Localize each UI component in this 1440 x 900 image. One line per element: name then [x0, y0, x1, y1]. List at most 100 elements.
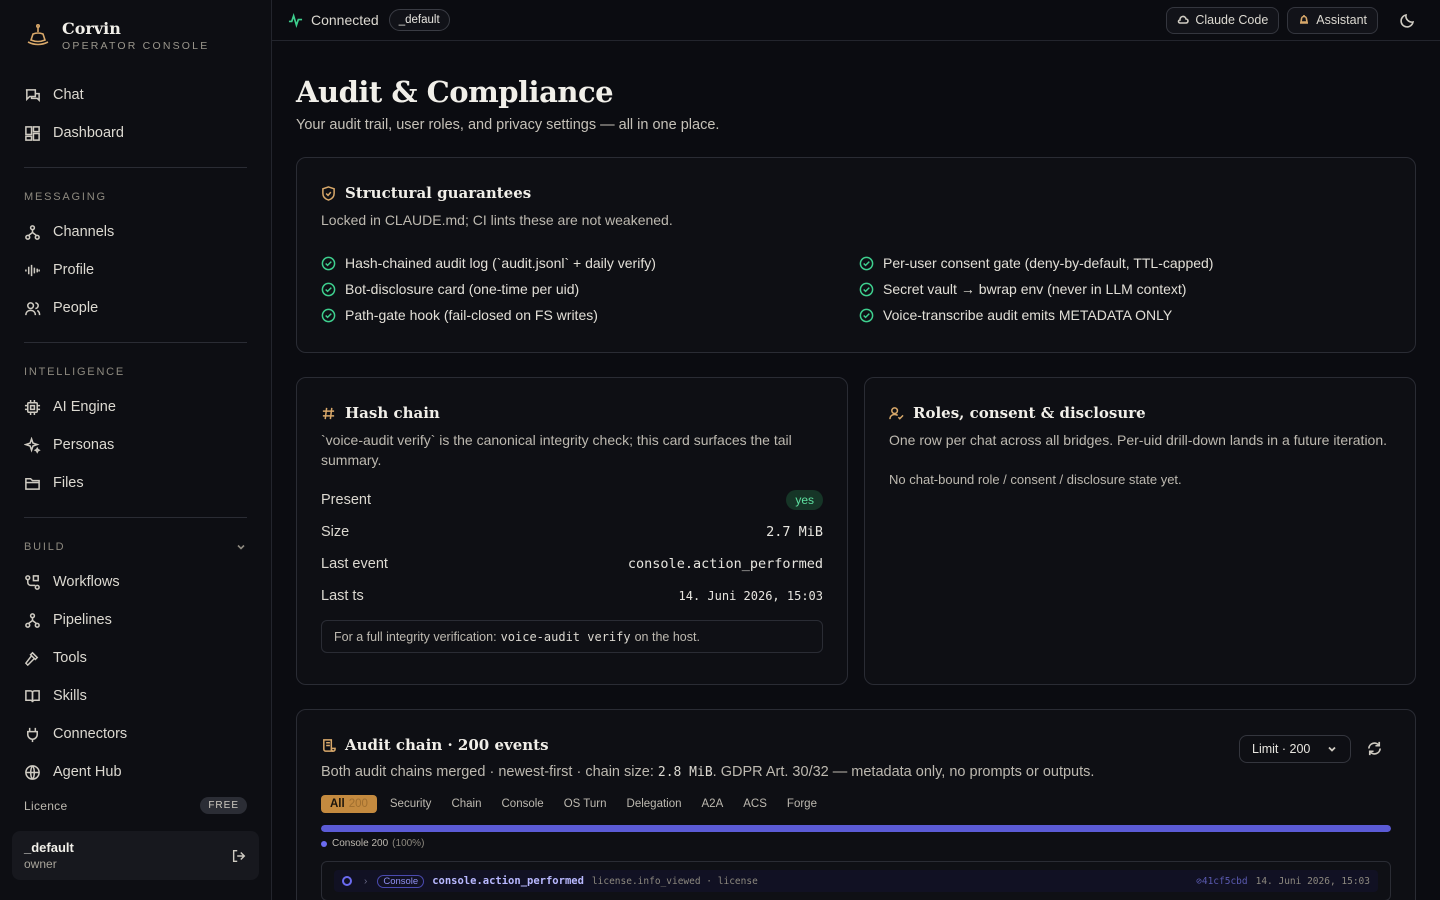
distribution-bar: [321, 825, 1391, 832]
group-label-messaging: MESSAGING: [24, 191, 107, 203]
sidebar-item-workflows[interactable]: Workflows: [12, 565, 248, 599]
cpu-icon: [24, 399, 41, 415]
sidebar-item-connectors[interactable]: Connectors: [12, 717, 248, 751]
list-item: Bot-disclosure card (one-time per uid): [321, 280, 859, 298]
kv-row-last-ts: Last ts 14. Juni 2026, 15:03: [321, 588, 823, 604]
check-circle-icon: [321, 308, 336, 322]
hammer-icon: [24, 651, 39, 666]
refresh-icon[interactable]: [1366, 740, 1383, 757]
distribution-bar-fill: [321, 825, 1391, 832]
licence-row: Licence FREE: [24, 797, 247, 814]
filter-a2a[interactable]: A2A: [695, 795, 731, 813]
people-icon: [25, 301, 41, 315]
brand[interactable]: Corvin OPERATOR CONSOLE: [24, 20, 209, 52]
assistant-button[interactable]: Assistant: [1287, 6, 1378, 34]
claude-code-button[interactable]: Claude Code: [1166, 6, 1280, 34]
sidebar-item-label: Workflows: [53, 574, 120, 590]
filter-chain[interactable]: Chain: [444, 795, 488, 813]
list-item: Per-user consent gate (deny-by-default, …: [859, 254, 1379, 272]
check-circle-icon: [859, 308, 874, 322]
sidebar-item-label: Pipelines: [53, 612, 112, 628]
sidebar-item-tools[interactable]: Tools: [12, 641, 248, 675]
workflow-icon: [25, 574, 40, 590]
filter-os-turn[interactable]: OS Turn: [557, 795, 614, 813]
filter-acs[interactable]: ACS: [736, 795, 774, 813]
user-check-icon: [889, 406, 904, 420]
table-row[interactable]: › Console console.action_performed licen…: [321, 861, 1391, 900]
filter-security[interactable]: Security: [383, 795, 439, 813]
filter-delegation[interactable]: Delegation: [620, 795, 689, 813]
page-subtitle: Your audit trail, user roles, and privac…: [296, 117, 720, 133]
chevron-down-icon: [1328, 746, 1336, 752]
divider: [24, 517, 247, 518]
bell-icon: [1300, 15, 1309, 24]
card-description: Both audit chains merged · newest-first …: [321, 764, 1095, 780]
card-title: Structural guarantees: [321, 184, 1391, 202]
guarantee-list: Hash-chained audit log (`audit.jsonl` + …: [321, 254, 1391, 324]
hash-chain-card: Hash chain `voice-audit verify` is the c…: [296, 377, 848, 685]
sidebar-item-files[interactable]: Files: [12, 466, 248, 500]
shield-icon: [322, 185, 335, 201]
sidebar-item-agent-hub[interactable]: Agent Hub: [12, 755, 248, 789]
filter-console[interactable]: Console: [495, 795, 551, 813]
user-role: owner: [24, 857, 57, 871]
sidebar-item-label: Files: [53, 475, 84, 491]
status-badge: yes: [786, 490, 823, 510]
moon-icon[interactable]: [1400, 12, 1416, 28]
sidebar-item-channels[interactable]: Channels: [12, 215, 248, 249]
sidebar-item-label: Connectors: [53, 726, 128, 742]
globe-icon: [25, 764, 40, 780]
sidebar-item-people[interactable]: People: [12, 291, 248, 325]
logout-icon[interactable]: [231, 848, 247, 864]
sidebar-item-dashboard[interactable]: Dashboard: [12, 116, 248, 150]
sidebar-item-pipelines[interactable]: Pipelines: [12, 603, 248, 637]
event-name: console.action_performed: [432, 875, 584, 887]
divider: [24, 167, 247, 168]
chevron-right-icon[interactable]: ›: [364, 876, 367, 887]
card-title: Hash chain: [321, 404, 823, 422]
sidebar-item-label: Chat: [53, 87, 84, 103]
filter-all[interactable]: All 200: [321, 795, 377, 813]
sidebar-item-profile[interactable]: Profile: [12, 253, 248, 287]
roles-card: Roles, consent & disclosure One row per …: [864, 377, 1416, 685]
workspace-pill[interactable]: _default: [388, 9, 450, 31]
cloud-icon: [1178, 15, 1190, 24]
page-title: Audit & Compliance: [296, 75, 614, 109]
sidebar-item-label: Profile: [53, 262, 95, 278]
event-radio[interactable]: [342, 876, 352, 886]
sidebar-item-ai-engine[interactable]: AI Engine: [12, 390, 248, 424]
event-hash: ⊘41cf5cbd: [1196, 875, 1248, 887]
folder-icon: [25, 477, 40, 490]
guarantees-card: Structural guarantees Locked in CLAUDE.m…: [296, 157, 1416, 353]
chevron-down-icon[interactable]: [235, 541, 247, 553]
integrity-note: For a full integrity verification: voice…: [321, 620, 823, 653]
sidebar: Corvin OPERATOR CONSOLE Chat Dashboard M…: [0, 0, 272, 900]
card-description: One row per chat across all bridges. Per…: [889, 432, 1388, 448]
pipeline-icon: [25, 612, 40, 628]
empty-state: No chat-bound role / consent / disclosur…: [889, 472, 1182, 487]
logo-icon: [27, 23, 49, 46]
check-circle-icon: [321, 256, 336, 270]
sidebar-item-label: Skills: [53, 688, 87, 704]
waveform-icon: [25, 264, 40, 276]
book-icon: [25, 689, 40, 702]
connection-status: Connected: [311, 12, 379, 28]
limit-select[interactable]: Limit · 200: [1239, 735, 1351, 763]
sidebar-item-label: Agent Hub: [53, 764, 122, 780]
main: Connected _default Claude Code Assistant…: [272, 0, 1440, 900]
scroll-icon: [323, 738, 336, 752]
sidebar-item-chat[interactable]: Chat: [12, 78, 248, 112]
list-item: Voice-transcribe audit emits METADATA ON…: [859, 306, 1379, 324]
dashboard-icon: [25, 125, 40, 141]
group-label-build[interactable]: BUILD: [24, 541, 247, 553]
user-card: _default owner: [12, 831, 259, 880]
sidebar-item-personas[interactable]: Personas: [12, 428, 248, 462]
licence-label: Licence: [24, 798, 68, 813]
group-label-intelligence: INTELLIGENCE: [24, 366, 126, 378]
activity-icon: [288, 12, 303, 28]
sidebar-item-skills[interactable]: Skills: [12, 679, 248, 713]
filter-forge[interactable]: Forge: [780, 795, 824, 813]
check-circle-icon: [321, 282, 336, 296]
kv-list: Present yes Size 2.7 MiB Last event cons…: [321, 484, 823, 612]
list-item: Path-gate hook (fail-closed on FS writes…: [321, 306, 859, 324]
